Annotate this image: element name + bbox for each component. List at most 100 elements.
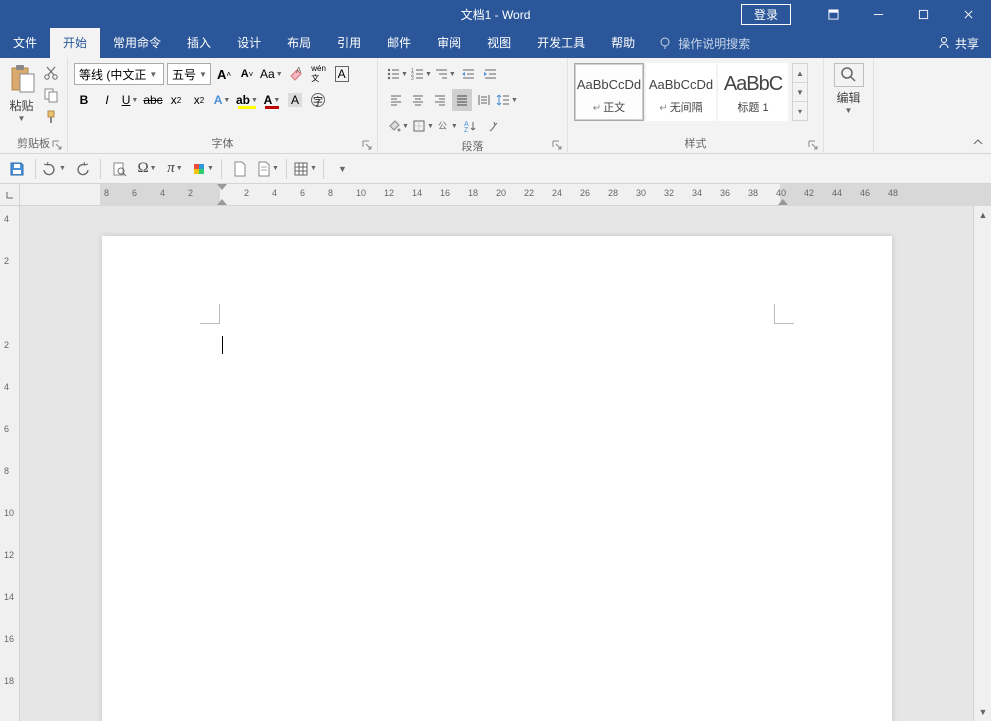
bullets-button[interactable]: ▼ [386, 63, 408, 85]
align-justify-button[interactable] [452, 89, 472, 111]
close-icon[interactable] [946, 0, 991, 28]
styles-gallery[interactable]: AaBbCcDd ↵正文 AaBbCcDd ↵无间隔 AaBbC 标题 1 ▲ … [572, 61, 810, 123]
tab-mail[interactable]: 邮件 [374, 28, 424, 58]
scroll-down-icon[interactable]: ▼ [793, 82, 807, 101]
symbol-button[interactable]: Ω▼ [134, 157, 160, 181]
page-icon [257, 161, 271, 177]
pilcrow-icon [485, 119, 499, 133]
tab-selector[interactable] [0, 184, 20, 206]
scroll-up-button[interactable]: ▲ [974, 206, 991, 224]
color-button[interactable]: ▼ [190, 157, 216, 181]
clipboard-launcher[interactable] [52, 139, 64, 151]
scroll-down-button[interactable]: ▼ [974, 703, 991, 721]
numbering-button[interactable]: 123▼ [410, 63, 432, 85]
decrease-indent-button[interactable] [458, 63, 478, 85]
save-icon [9, 161, 25, 177]
multilevel-button[interactable]: ▼ [434, 63, 456, 85]
tab-design[interactable]: 设计 [224, 28, 274, 58]
undo-button[interactable]: ▼ [41, 157, 67, 181]
text-effects-button[interactable]: A▼ [212, 89, 232, 111]
shrink-font-button[interactable]: A˅ [237, 63, 257, 85]
horizontal-ruler[interactable]: 8642246810121416182022242628303234363840… [100, 184, 973, 205]
svg-text:1: 1 [411, 68, 414, 74]
document-canvas[interactable] [20, 206, 973, 721]
align-center-button[interactable] [408, 89, 428, 111]
subscript-button[interactable]: x2 [166, 89, 186, 111]
tab-help[interactable]: 帮助 [598, 28, 648, 58]
show-marks-button[interactable] [482, 115, 502, 137]
print-preview-button[interactable] [106, 157, 132, 181]
distribute-button[interactable] [474, 89, 494, 111]
styles-launcher[interactable] [808, 139, 820, 151]
format-painter-button[interactable] [41, 107, 61, 127]
tab-insert[interactable]: 插入 [174, 28, 224, 58]
find-button[interactable]: 编辑 ▼ [828, 61, 869, 117]
font-color-button[interactable]: A▼ [262, 89, 282, 111]
numbering-icon: 123 [410, 67, 424, 81]
login-button[interactable]: 登录 [741, 4, 791, 25]
borders-button[interactable]: ▼ [412, 115, 434, 137]
qat-customize-button[interactable]: ▼ [329, 157, 355, 181]
paste-button[interactable]: 粘贴 ▼ [4, 61, 39, 125]
strike-button[interactable]: abc [143, 89, 163, 111]
line-spacing-button[interactable]: ▼ [496, 89, 518, 111]
return-icon: ↵ [593, 103, 601, 114]
scroll-up-icon[interactable]: ▲ [793, 64, 807, 82]
change-case-button[interactable]: Aa▼ [260, 63, 283, 85]
char-border-button[interactable]: A [332, 63, 352, 85]
paragraph-launcher[interactable] [552, 139, 564, 151]
expand-icon[interactable]: ▾ [793, 101, 807, 120]
vertical-scrollbar[interactable]: ▲ ▼ [973, 206, 991, 721]
char-shading-button[interactable]: A [285, 89, 305, 111]
highlight-button[interactable]: ab▼ [235, 89, 259, 111]
tell-me[interactable]: 操作说明搜索 [648, 35, 760, 52]
bold-button[interactable]: B [74, 89, 94, 111]
cut-button[interactable] [41, 63, 61, 83]
snap-button[interactable]: 公▼ [436, 115, 458, 137]
table-button[interactable]: ▼ [292, 157, 318, 181]
italic-button[interactable]: I [97, 89, 117, 111]
minimize-icon[interactable] [856, 0, 901, 28]
tab-home[interactable]: 开始 [50, 28, 100, 58]
style-nospacing[interactable]: AaBbCcDd ↵无间隔 [646, 63, 716, 121]
font-name-combo[interactable]: 等线 (中文正▼ [74, 63, 164, 85]
bucket-icon [387, 119, 401, 133]
shading-button[interactable]: ▼ [386, 115, 410, 137]
grow-font-button[interactable]: A˄ [214, 63, 234, 85]
page-setup-button[interactable]: ▼ [255, 157, 281, 181]
phonetic-guide-button[interactable]: wén文 [309, 63, 329, 85]
ribbon-options-icon[interactable] [811, 0, 856, 28]
tab-common[interactable]: 常用命令 [100, 28, 174, 58]
collapse-ribbon-button[interactable] [969, 135, 987, 149]
align-left-button[interactable] [386, 89, 406, 111]
tab-references[interactable]: 引用 [324, 28, 374, 58]
font-launcher[interactable] [362, 139, 374, 151]
tab-review[interactable]: 审阅 [424, 28, 474, 58]
style-normal[interactable]: AaBbCcDd ↵正文 [574, 63, 644, 121]
clear-format-button[interactable]: A [286, 63, 306, 85]
page-icon [233, 161, 247, 177]
align-right-button[interactable] [430, 89, 450, 111]
new-page-button[interactable] [227, 157, 253, 181]
styles-more[interactable]: ▲ ▼ ▾ [792, 63, 808, 121]
maximize-icon[interactable] [901, 0, 946, 28]
share-button[interactable]: 共享 [937, 35, 979, 52]
sort-icon: AZ [463, 119, 477, 133]
tab-file[interactable]: 文件 [0, 28, 50, 58]
equation-button[interactable]: π▼ [162, 157, 188, 181]
style-name: 正文 [603, 102, 625, 114]
save-button[interactable] [4, 157, 30, 181]
tab-dev[interactable]: 开发工具 [524, 28, 598, 58]
superscript-button[interactable]: x2 [189, 89, 209, 111]
vertical-ruler[interactable]: 4224681012141618 [0, 206, 20, 721]
style-heading1[interactable]: AaBbC 标题 1 [718, 63, 788, 121]
sort-button[interactable]: AZ [460, 115, 480, 137]
underline-button[interactable]: U▼ [120, 89, 140, 111]
enclose-char-button[interactable]: 字 [308, 89, 328, 111]
tab-layout[interactable]: 布局 [274, 28, 324, 58]
tab-view[interactable]: 视图 [474, 28, 524, 58]
redo-button[interactable] [69, 157, 95, 181]
increase-indent-button[interactable] [480, 63, 500, 85]
font-size-combo[interactable]: 五号▼ [167, 63, 211, 85]
copy-button[interactable] [41, 85, 61, 105]
